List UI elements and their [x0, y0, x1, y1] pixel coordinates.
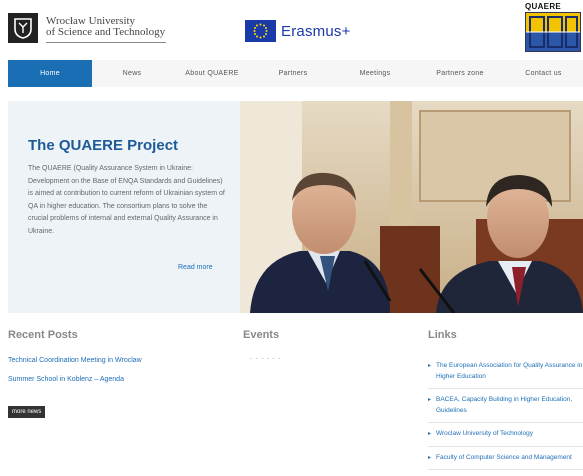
hero-text-panel: The QUAERE Project The QUAERE (Quality A…	[8, 101, 240, 313]
meeting-photo-image	[240, 101, 583, 313]
links-title: Links	[428, 329, 457, 341]
eu-flag-icon	[245, 20, 276, 42]
quaere-logo[interactable]: QUAERE	[525, 2, 583, 52]
quaere-title: QUAERE	[525, 2, 562, 11]
link-enqa[interactable]: The European Association for Quality Ass…	[428, 355, 583, 389]
hero-title: The QUAERE Project	[28, 137, 179, 154]
nav-home[interactable]: Home	[8, 60, 92, 87]
recent-posts-title: Recent Posts	[8, 329, 78, 341]
nav-meetings[interactable]: Meetings	[334, 60, 416, 87]
link-bacea-guidelines[interactable]: BACEA, Capacity Building in Higher Educa…	[428, 389, 583, 423]
events-title: Events	[243, 329, 280, 341]
link-wroclaw-university[interactable]: Wroclaw University of Technology	[428, 423, 583, 447]
links-list: The European Association for Quality Ass…	[428, 355, 583, 470]
hero-section: The QUAERE Project The QUAERE (Quality A…	[8, 101, 583, 313]
nav-partners[interactable]: Partners	[252, 60, 334, 87]
nav-partners-zone[interactable]: Partners zone	[416, 60, 504, 87]
university-name-line2: of Science and Technology	[46, 26, 166, 38]
university-name[interactable]: Wrocław University of Science and Techno…	[46, 16, 165, 38]
events-placeholder: - - - - - -	[250, 356, 282, 362]
post-link-summer-school[interactable]: Summer School in Koblenz – Agenda	[8, 376, 124, 383]
post-link-technical-meeting[interactable]: Technical Coordination Meeting in Wrocla…	[8, 357, 142, 364]
nav-news[interactable]: News	[92, 60, 172, 87]
erasmus-text: Erasmus+	[281, 22, 351, 40]
main-navigation: Home News About QUAERE Partners Meetings…	[8, 60, 583, 87]
more-news-button[interactable]: more news	[8, 406, 46, 418]
nav-about-quaere[interactable]: About QUAERE	[172, 60, 252, 87]
university-logo-icon[interactable]	[8, 13, 38, 43]
hero-description: The QUAERE (Quality Assurance System in …	[28, 165, 225, 235]
erasmus-logo: Erasmus+	[245, 20, 351, 42]
nav-contact-us[interactable]: Contact us	[504, 60, 583, 87]
read-more-link[interactable]: Read more	[178, 264, 213, 271]
link-faculty-computer-science[interactable]: Faculty of Computer Science and Manageme…	[428, 447, 583, 470]
university-divider	[46, 42, 166, 43]
hero-photo	[240, 101, 583, 313]
site-header: Wrocław University of Science and Techno…	[0, 0, 583, 58]
quaere-emblem-icon	[525, 12, 581, 52]
